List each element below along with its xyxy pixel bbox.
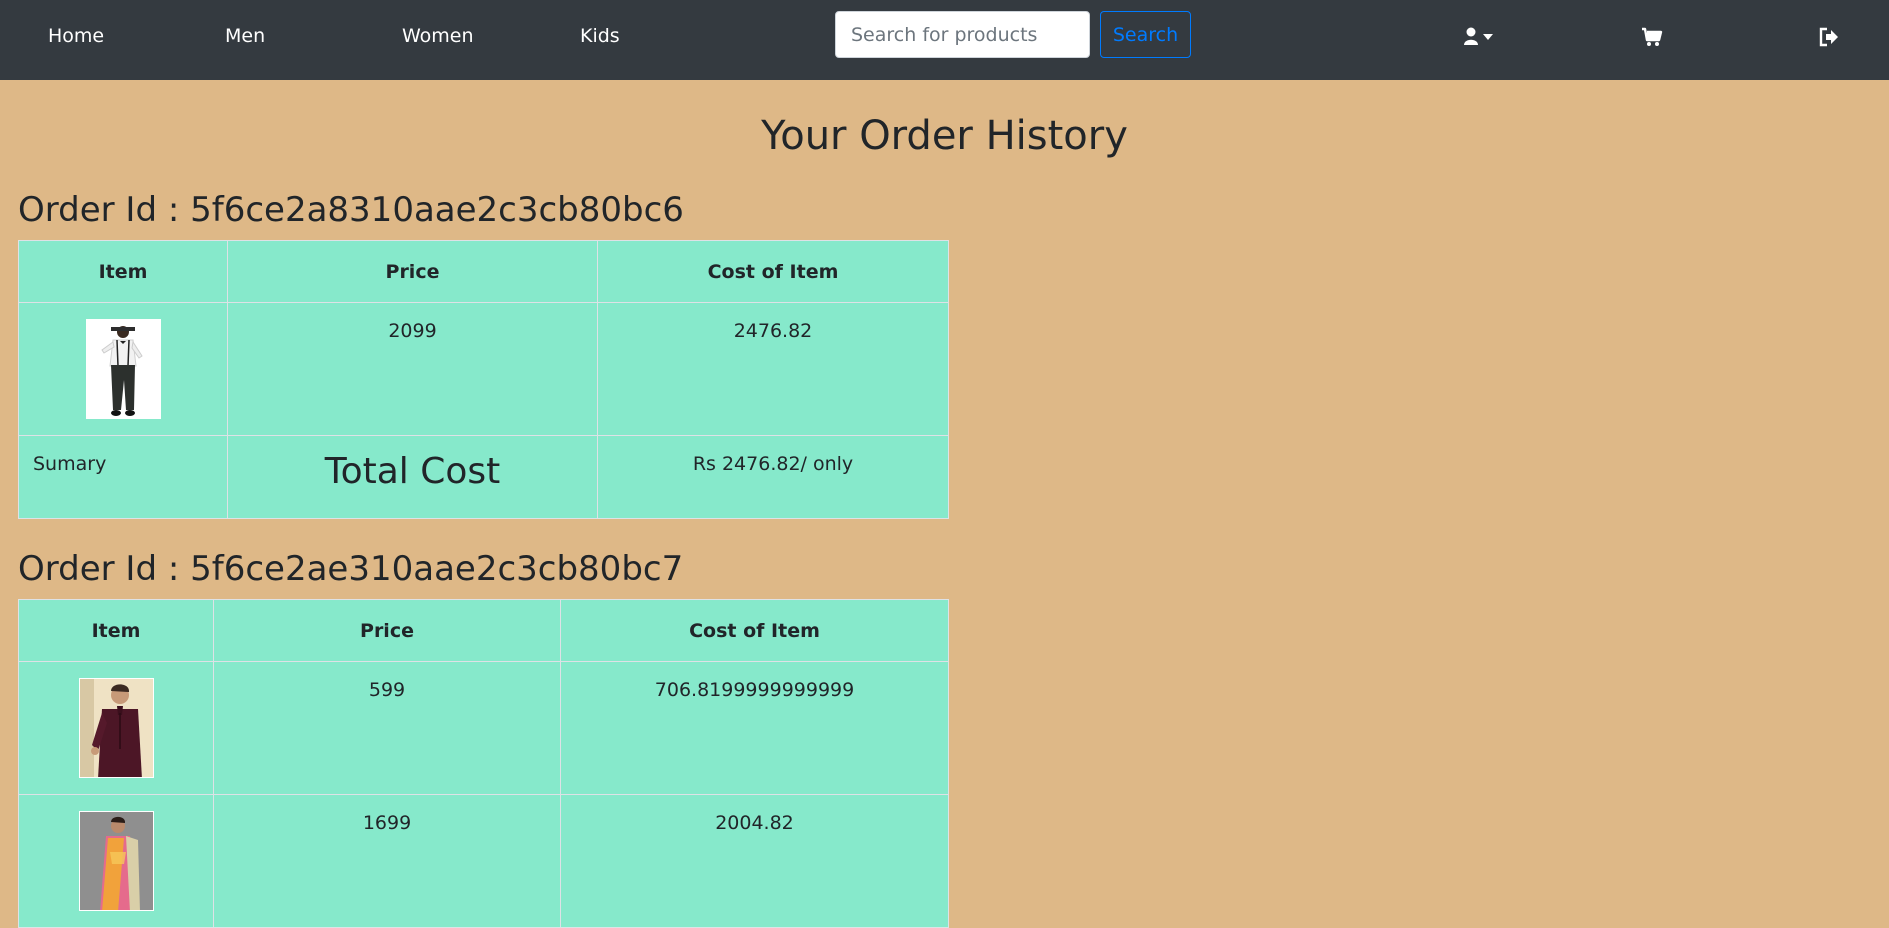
nav-kids-link[interactable]: Kids xyxy=(580,24,620,48)
order-id-heading: Order Id : 5f6ce2ae310aae2c3cb80bc7 xyxy=(18,549,684,589)
logout-link[interactable] xyxy=(1818,26,1840,48)
cart-link[interactable] xyxy=(1641,26,1663,48)
nav-women-link[interactable]: Women xyxy=(402,24,474,48)
column-header-item: Item xyxy=(18,599,214,662)
item-price-cell: 1699 xyxy=(213,794,561,928)
total-cost-label: Total Cost xyxy=(227,435,598,519)
table-row: 1699 2004.82 xyxy=(18,794,949,928)
nav-home-link[interactable]: Home xyxy=(48,24,104,48)
caret-down-icon xyxy=(1483,34,1493,40)
item-image-cell xyxy=(18,794,214,928)
user-menu-dropdown[interactable] xyxy=(1464,26,1498,48)
column-header-cost: Cost of Item xyxy=(560,599,949,662)
search-button[interactable]: Search xyxy=(1100,11,1191,58)
column-header-price: Price xyxy=(227,240,598,303)
summary-label: Sumary xyxy=(18,435,228,519)
order-table: Item Price Cost of Item xyxy=(18,240,949,519)
item-price-cell: 599 xyxy=(213,661,561,795)
item-image-cell xyxy=(18,661,214,795)
sign-out-icon xyxy=(1819,27,1838,47)
total-cost-value: Rs 2476.82/ only xyxy=(597,435,949,519)
user-icon xyxy=(1464,27,1478,45)
item-image-cell xyxy=(18,302,228,436)
page-title: Your Order History xyxy=(761,113,1128,159)
column-header-cost: Cost of Item xyxy=(597,240,949,303)
table-row: 2099 2476.82 xyxy=(18,302,949,436)
table-header-row: Item Price Cost of Item xyxy=(18,240,949,303)
nav-men-link[interactable]: Men xyxy=(225,24,265,48)
order-summary-row: Sumary Total Cost Rs 2476.82/ only xyxy=(18,435,949,519)
table-header-row: Item Price Cost of Item xyxy=(18,599,949,662)
top-navbar: Home Men Women Kids Search xyxy=(0,0,1889,80)
table-row: 599 706.8199999999999 xyxy=(18,661,949,795)
item-price-cell: 2099 xyxy=(227,302,598,436)
product-thumbnail[interactable] xyxy=(78,811,154,911)
item-cost-cell: 2476.82 xyxy=(597,302,949,436)
search-input[interactable] xyxy=(835,11,1090,58)
column-header-item: Item xyxy=(18,240,228,303)
product-thumbnail[interactable] xyxy=(85,319,161,419)
order-table: Item Price Cost of Item xyxy=(18,599,949,928)
product-thumbnail[interactable] xyxy=(78,678,154,778)
shopping-cart-icon xyxy=(1642,27,1663,46)
order-id-heading: Order Id : 5f6ce2a8310aae2c3cb80bc6 xyxy=(18,190,684,230)
item-cost-cell: 706.8199999999999 xyxy=(560,661,949,795)
column-header-price: Price xyxy=(213,599,561,662)
item-cost-cell: 2004.82 xyxy=(560,794,949,928)
